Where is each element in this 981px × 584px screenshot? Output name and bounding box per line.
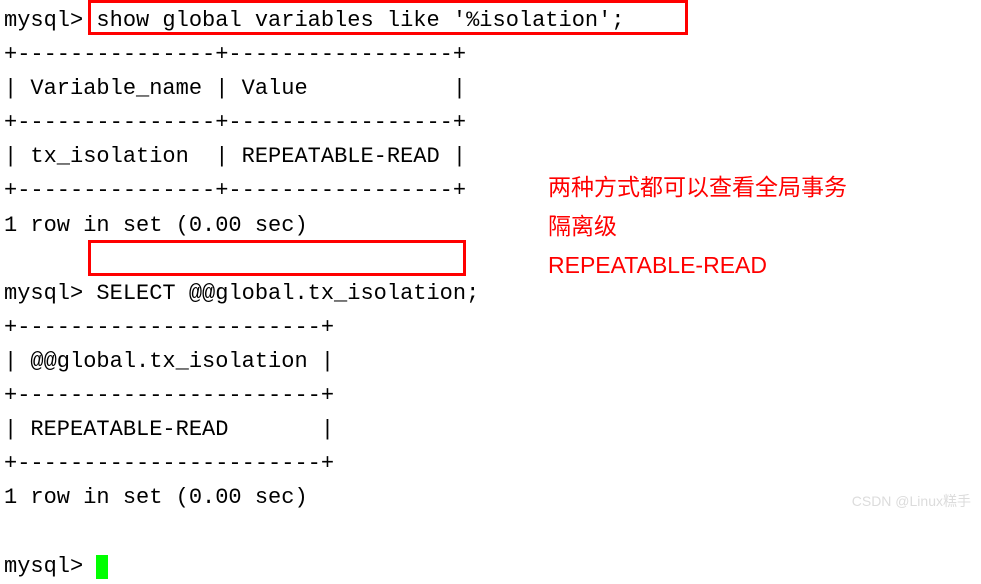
sql-command-2: SELECT @@global.tx_isolation; [96, 281, 479, 306]
terminal-output: mysql> show global variables like '%isol… [4, 4, 977, 584]
result-summary-1: 1 row in set (0.00 sec) [4, 213, 308, 238]
table-divider: +-----------------------+ [4, 315, 334, 340]
annotation-line-3: REPEATABLE-READ [548, 246, 847, 285]
table-divider: +-----------------------+ [4, 383, 334, 408]
annotation-text: 两种方式都可以查看全局事务 隔离级 REPEATABLE-READ [548, 168, 847, 285]
cell-repeatable-read: REPEATABLE-READ [30, 417, 228, 442]
result-summary-2: 1 row in set (0.00 sec) [4, 485, 308, 510]
table-divider: +-----------------------+ [4, 451, 334, 476]
sql-command-1: show global variables like '%isolation'; [96, 8, 624, 33]
cell-variable-name: tx_isolation [30, 144, 188, 169]
table-divider: +---------------+-----------------+ [4, 178, 466, 203]
table-divider: +---------------+-----------------+ [4, 42, 466, 67]
prompt: mysql> [4, 8, 83, 33]
annotation-line-1: 两种方式都可以查看全局事务 [548, 168, 847, 207]
annotation-line-2: 隔离级 [548, 207, 847, 246]
prompt: mysql> [4, 554, 83, 579]
cursor-icon [96, 555, 108, 579]
cell-value: REPEATABLE-READ [242, 144, 440, 169]
header-global-tx-isolation: @@global.tx_isolation [30, 349, 307, 374]
table-divider: +---------------+-----------------+ [4, 110, 466, 135]
prompt: mysql> [4, 281, 83, 306]
header-variable-name: Variable_name [30, 76, 202, 101]
header-value: Value [242, 76, 308, 101]
